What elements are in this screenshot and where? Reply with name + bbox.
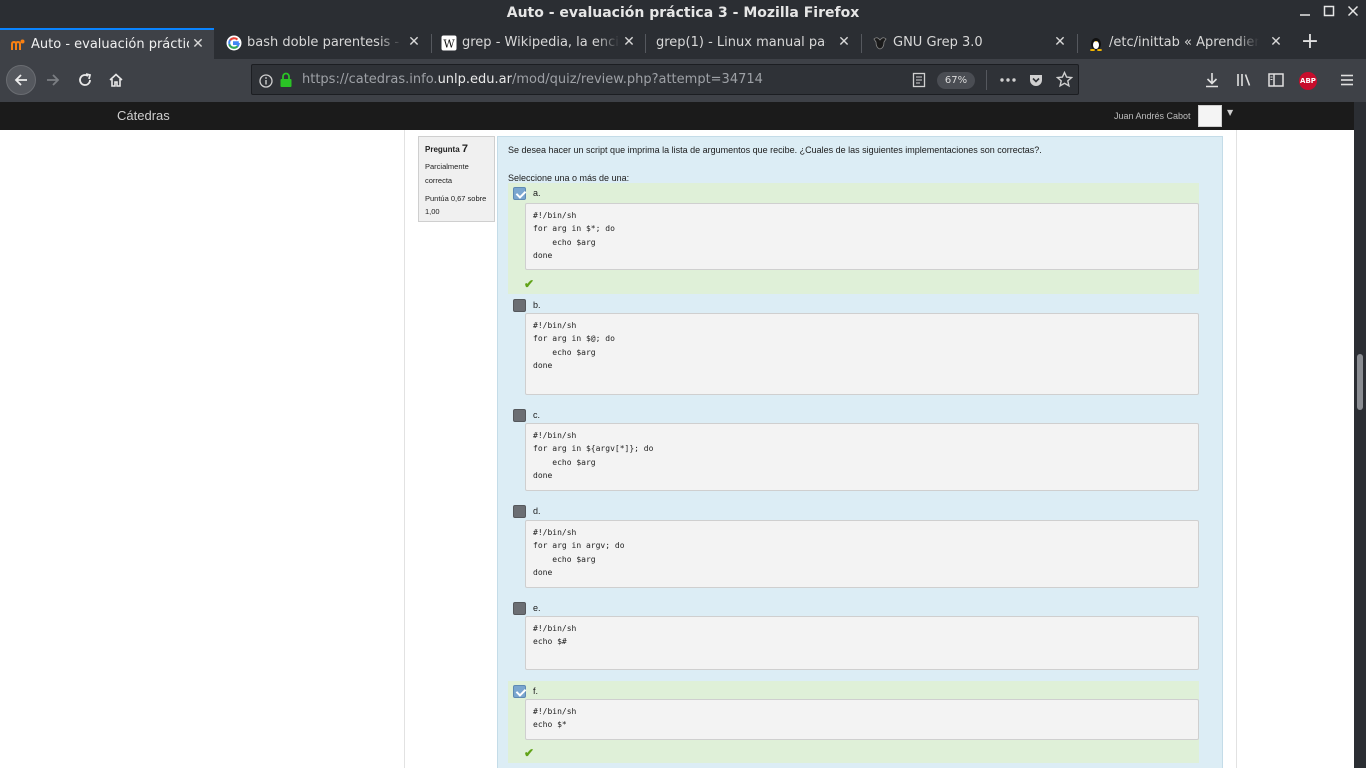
page-viewport: Cátedras Juan Andrés Cabot ▼ Pregunta 7 … — [0, 102, 1354, 768]
tab-grep-man[interactable]: grep(1) - Linux manual page ✕ — [646, 28, 860, 59]
zoom-indicator[interactable]: 67% — [937, 72, 975, 89]
download-icon[interactable] — [1201, 69, 1223, 91]
answer-option-f: f. #!/bin/sh echo $* ✔ — [508, 681, 1199, 763]
navigation-toolbar: https://catedras.info.unlp.edu.ar/mod/qu… — [0, 59, 1366, 102]
answer-option-a: a. #!/bin/sh for arg in $*; do echo $arg… — [508, 183, 1199, 294]
url-bar[interactable]: https://catedras.info.unlp.edu.ar/mod/qu… — [251, 64, 1079, 95]
close-window-icon[interactable] — [1344, 5, 1362, 23]
answer-checkbox[interactable] — [513, 685, 526, 698]
svg-text:W: W — [443, 38, 455, 51]
tab-label: grep - Wikipedia, la enciclop — [462, 35, 620, 50]
question-state: Parcialmente correcta — [425, 162, 469, 185]
question-number-label: Pregunta — [425, 145, 460, 154]
forward-arrow-icon — [47, 74, 60, 86]
correct-check-icon: ✔ — [524, 277, 535, 291]
tab-inittab[interactable]: /etc/inittab « Aprendiendo A ✕ — [1078, 28, 1292, 59]
site-navbar: Cátedras Juan Andrés Cabot ▼ — [0, 102, 1354, 130]
gnu-icon — [872, 35, 888, 51]
reload-button[interactable] — [70, 65, 100, 95]
page-scrollbar[interactable] — [1354, 102, 1366, 768]
option-letter: f. — [533, 686, 539, 696]
back-button[interactable] — [6, 65, 36, 95]
code-block: #!/bin/sh echo $# — [525, 616, 1199, 670]
url-host: unlp.edu.ar — [437, 72, 512, 87]
forward-button[interactable] — [38, 65, 68, 95]
option-letter: a. — [533, 188, 541, 198]
option-letter: c. — [533, 410, 541, 420]
answer-checkbox[interactable] — [513, 299, 526, 312]
home-icon — [109, 73, 123, 87]
tab-gnu-grep[interactable]: GNU Grep 3.0 ✕ — [862, 28, 1076, 59]
option-letter: b. — [533, 300, 541, 310]
adblock-plus-icon[interactable]: ABP — [1299, 72, 1317, 90]
reload-icon — [79, 73, 92, 86]
option-letter: d. — [533, 506, 541, 516]
close-tab-icon[interactable]: ✕ — [406, 34, 422, 50]
home-button[interactable] — [101, 65, 131, 95]
question-number: Pregunta 7 — [425, 143, 468, 155]
close-tab-icon[interactable]: ✕ — [836, 34, 852, 50]
tab-bash[interactable]: bash doble parentesis - Bus ✕ — [216, 28, 430, 59]
tab-label: /etc/inittab « Aprendiendo A — [1109, 35, 1259, 50]
close-tab-icon[interactable]: ✕ — [1052, 34, 1068, 50]
library-icon[interactable] — [1233, 69, 1255, 91]
window-titlebar: Auto - evaluación práctica 3 - Mozilla F… — [0, 0, 1366, 28]
question-number-value: 7 — [461, 143, 469, 155]
hamburger-menu-icon[interactable] — [1336, 69, 1358, 91]
user-menu-caret-icon[interactable]: ▼ — [1227, 108, 1233, 117]
tab-quiz[interactable]: Auto - evaluación práctica 3 ✕ — [0, 28, 214, 59]
answer-checkbox[interactable] — [513, 602, 526, 615]
wikipedia-icon: W — [441, 35, 457, 51]
tab-wikipedia[interactable]: W grep - Wikipedia, la enciclop ✕ — [431, 28, 645, 59]
question-text: Se desea hacer un script que imprima la … — [508, 145, 1042, 155]
scrollbar-thumb[interactable] — [1357, 354, 1363, 410]
sidebar-icon[interactable] — [1265, 69, 1287, 91]
answer-prompt: Seleccione una o más de una: — [508, 173, 630, 183]
answer-checkbox[interactable] — [513, 505, 526, 518]
tab-label: bash doble parentesis - Bus — [247, 35, 402, 50]
back-arrow-icon — [14, 74, 27, 86]
close-tab-icon[interactable]: ✕ — [621, 34, 637, 50]
close-tab-icon[interactable]: ✕ — [1268, 34, 1284, 50]
question-info-panel: Pregunta 7 Parcialmente correcta Puntúa … — [418, 136, 495, 222]
tab-strip: Auto - evaluación práctica 3 ✕ bash dobl… — [0, 28, 1366, 59]
info-icon[interactable] — [259, 73, 273, 92]
tab-label: grep(1) - Linux manual page — [656, 35, 826, 50]
user-name[interactable]: Juan Andrés Cabot — [1114, 111, 1191, 121]
avatar[interactable] — [1198, 105, 1222, 127]
correct-check-icon: ✔ — [524, 746, 535, 760]
lock-icon[interactable] — [279, 72, 293, 92]
close-tab-icon[interactable]: ✕ — [190, 36, 206, 52]
question-content: Se desea hacer un script que imprima la … — [497, 136, 1223, 768]
minimize-icon[interactable] — [1296, 5, 1314, 23]
site-brand-link[interactable]: Cátedras — [117, 108, 170, 123]
url-path: /mod/quiz/review.php?attempt=34714 — [511, 72, 763, 87]
code-block: #!/bin/sh echo $* — [525, 699, 1199, 740]
question-grade: Puntúa 0,67 sobre 1,00 — [425, 194, 487, 216]
code-block: #!/bin/sh for arg in $*; do echo $arg do… — [525, 203, 1199, 270]
code-block: #!/bin/sh for arg in ${argv[*]}; do echo… — [525, 423, 1199, 491]
content-divider — [1236, 130, 1237, 768]
tab-label: Auto - evaluación práctica 3 — [31, 37, 189, 52]
reader-view-icon[interactable] — [911, 72, 927, 92]
bookmark-star-icon[interactable] — [1055, 70, 1074, 92]
url-text[interactable]: https://catedras.info.unlp.edu.ar/mod/qu… — [302, 72, 763, 87]
page-actions-icon[interactable] — [999, 72, 1017, 92]
content-divider — [404, 130, 405, 768]
google-icon — [226, 35, 242, 51]
moodle-icon — [10, 37, 26, 53]
answer-checkbox[interactable] — [513, 187, 526, 200]
pocket-icon[interactable] — [1028, 72, 1044, 92]
urlbar-separator — [986, 70, 987, 90]
answer-checkbox[interactable] — [513, 409, 526, 422]
maximize-icon[interactable] — [1320, 5, 1338, 23]
option-letter: e. — [533, 603, 541, 613]
new-tab-button[interactable]: + — [1299, 31, 1321, 54]
code-block: #!/bin/sh for arg in argv; do echo $arg … — [525, 520, 1199, 588]
window-title: Auto - evaluación práctica 3 - Mozilla F… — [506, 5, 860, 21]
url-prefix: https://catedras.info. — [302, 72, 438, 87]
code-block: #!/bin/sh for arg in $@; do echo $arg do… — [525, 313, 1199, 395]
tux-icon — [1088, 35, 1104, 51]
tab-label: GNU Grep 3.0 — [893, 35, 983, 50]
